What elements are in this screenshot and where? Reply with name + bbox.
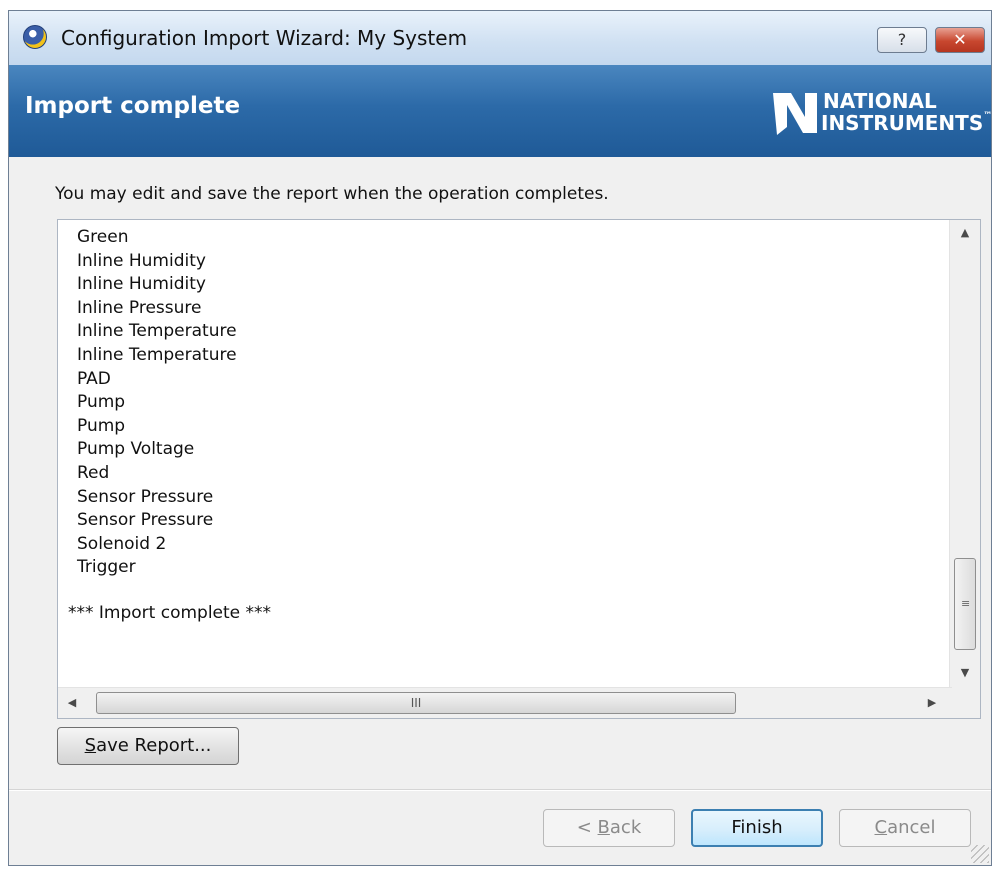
back-button[interactable]: < Back	[543, 809, 675, 847]
window-title: Configuration Import Wizard: My System	[61, 26, 468, 50]
vertical-scrollbar[interactable]: ▲ ≡ ▼	[949, 220, 980, 690]
report-line: Inline Temperature	[77, 344, 237, 365]
logo-text-national: NATIONAL	[823, 89, 937, 113]
report-textarea[interactable]: Green Inline Humidity Inline Humidity Inlin…	[57, 219, 981, 719]
report-blank-line	[58, 580, 950, 602]
scroll-left-arrow-icon[interactable]: ◀	[62, 696, 82, 709]
ni-logo: NATIONAL INSTRUMENTS™	[771, 83, 993, 143]
cancel-button[interactable]: Cancel	[839, 809, 971, 847]
scroll-down-arrow-icon[interactable]: ▼	[950, 666, 980, 679]
horizontal-scrollbar[interactable]: ◀ III ▶	[58, 687, 952, 718]
header-banner: Import complete NATIONAL INSTRUMENTS™	[9, 65, 993, 157]
report-line: Green	[77, 227, 129, 247]
report-lines: Green Inline Humidity Inline Humidity Inlin…	[58, 226, 950, 626]
report-line: Sensor Pressure	[77, 486, 214, 507]
scrollbar-corner	[950, 688, 980, 718]
horizontal-scroll-thumb[interactable]: III	[96, 692, 736, 714]
report-line: Pump	[77, 392, 126, 413]
resize-grip-icon[interactable]	[971, 845, 989, 863]
report-line: PAD	[77, 368, 111, 389]
finish-button[interactable]: Finish	[691, 809, 823, 847]
logo-text-instruments: INSTRUMENTS™	[821, 111, 993, 135]
close-button[interactable]: ✕	[935, 27, 985, 53]
report-line: Red	[77, 462, 110, 483]
report-line: Trigger	[77, 557, 136, 578]
report-line: Inline Humidity	[77, 250, 206, 271]
divider	[9, 789, 991, 791]
report-line: Pump	[77, 415, 126, 436]
title-bar[interactable]: Configuration Import Wizard: My System ?…	[9, 11, 991, 66]
report-line: Pump Voltage	[77, 439, 195, 460]
report-line: Inline Pressure	[77, 297, 202, 318]
app-icon	[23, 25, 47, 49]
save-report-button[interactable]: Save Report...	[57, 727, 239, 765]
report-line: Solenoid 2	[77, 533, 167, 554]
report-status-line: *** Import complete ***	[68, 602, 272, 623]
vertical-scroll-thumb[interactable]: ≡	[954, 558, 976, 650]
scroll-right-arrow-icon[interactable]: ▶	[922, 696, 942, 709]
help-button[interactable]: ?	[877, 27, 927, 53]
report-line: Sensor Pressure	[77, 510, 214, 531]
report-line: Inline Humidity	[77, 274, 206, 295]
grip-icon: ≡	[961, 597, 971, 610]
instruction-text: You may edit and save the report when th…	[55, 184, 609, 204]
scroll-up-arrow-icon[interactable]: ▲	[950, 226, 980, 239]
page-title: Import complete	[25, 93, 241, 119]
ni-eagle-logo-icon	[773, 93, 817, 135]
report-line: Inline Temperature	[77, 321, 237, 342]
wizard-window: Configuration Import Wizard: My System ?…	[8, 10, 992, 866]
